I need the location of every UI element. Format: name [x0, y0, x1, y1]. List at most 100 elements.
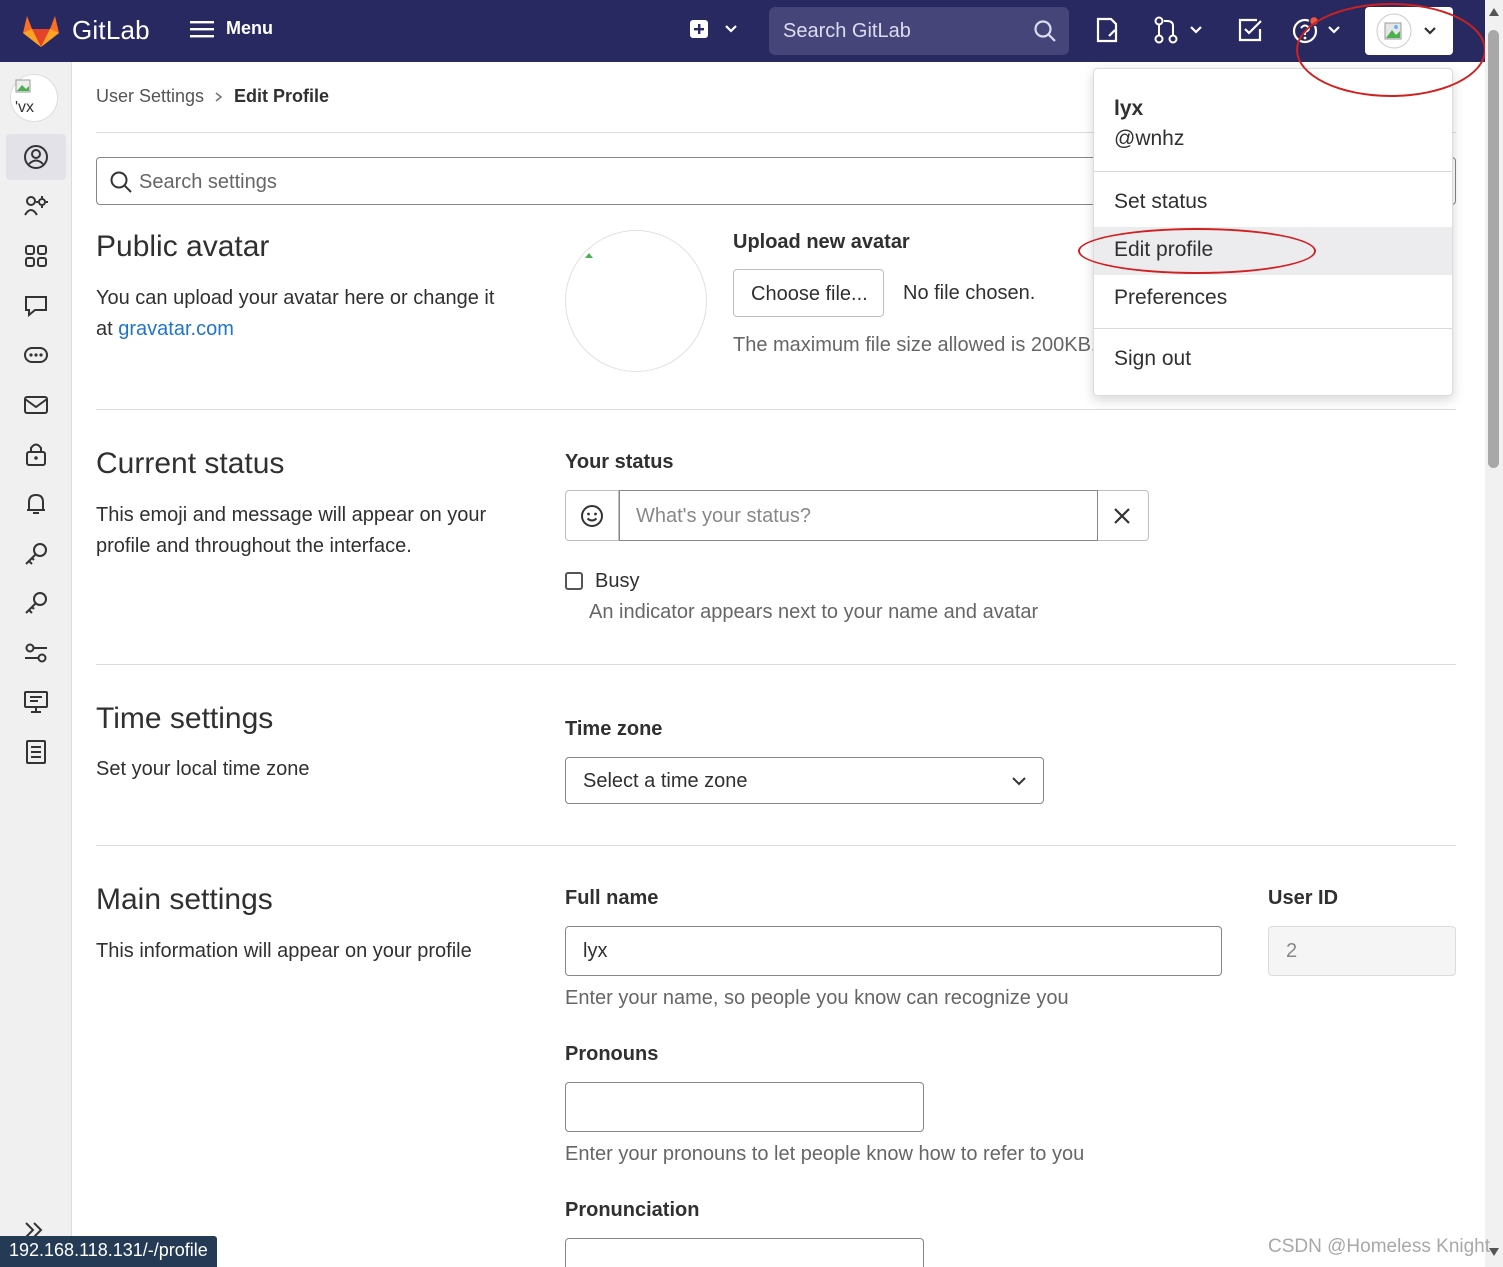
- page-scrollbar[interactable]: [1485, 0, 1503, 1267]
- watermark: CSDN @Homeless Knight: [1268, 1236, 1491, 1257]
- sidebar-item-gpg-keys[interactable]: [6, 580, 66, 626]
- brand-name: GitLab: [72, 14, 150, 45]
- notifications-icon: [27, 493, 45, 514]
- close-icon: [1114, 507, 1130, 524]
- broken-image-icon: [15, 79, 31, 93]
- full-name-input[interactable]: lyx: [565, 926, 1222, 976]
- main-settings-heading: Main settings: [96, 883, 273, 916]
- link-preview-url: 192.168.118.131/-/profile: [0, 1236, 217, 1267]
- full-name-value: lyx: [583, 940, 608, 962]
- avatar-preview: [565, 230, 707, 372]
- gravatar-link[interactable]: gravatar.com: [118, 318, 234, 340]
- annotation-circle: [1078, 228, 1316, 274]
- pronouns-input[interactable]: [565, 1082, 924, 1132]
- sidebar-item-access-tokens[interactable]: [6, 332, 66, 378]
- comment-icon: [25, 296, 47, 318]
- issues-icon: [1096, 17, 1118, 43]
- todo-checkbox-icon: [1238, 18, 1262, 42]
- user-settings-icon: [24, 196, 48, 216]
- full-name-label: Full name: [565, 887, 659, 909]
- busy-checkbox[interactable]: [565, 572, 583, 590]
- busy-label: Busy: [595, 570, 640, 592]
- search-placeholder: Search GitLab: [783, 20, 911, 42]
- public-avatar-desc-line2: at gravatar.com: [96, 314, 494, 345]
- key-icon: [25, 543, 47, 565]
- plus-square-icon: [690, 20, 708, 38]
- emoji-picker-button[interactable]: [566, 491, 619, 540]
- dropdown-user-name[interactable]: lyx: [1114, 97, 1143, 121]
- merge-request-icon: [1154, 16, 1202, 44]
- sidebar-item-authentication-log[interactable]: [6, 729, 66, 775]
- menu-item-sign-out[interactable]: Sign out: [1094, 336, 1452, 384]
- clear-status-button[interactable]: [1096, 491, 1148, 540]
- public-avatar-description: You can upload your avatar here or chang…: [96, 283, 494, 345]
- gitlab-logo-icon: [23, 16, 59, 47]
- sidebar-item-chat[interactable]: [6, 283, 66, 329]
- sidebar-item-password[interactable]: [6, 431, 66, 477]
- sidebar-item-account[interactable]: [6, 183, 66, 229]
- choose-file-label: Choose file...: [751, 283, 868, 305]
- sidebar-item-ssh-keys[interactable]: [6, 531, 66, 577]
- pronouns-help: Enter your pronouns to let people know h…: [565, 1143, 1085, 1165]
- scroll-thumb[interactable]: [1488, 30, 1499, 468]
- user-id-label: User ID: [1268, 887, 1339, 909]
- breadcrumb-user-settings[interactable]: User Settings: [96, 86, 204, 107]
- your-status-label: Your status: [565, 451, 674, 473]
- sign-out-label: Sign out: [1114, 347, 1192, 370]
- sidebar-user-avatar[interactable]: 'vx: [10, 74, 58, 122]
- issues-nav-button[interactable]: [1095, 16, 1119, 48]
- top-navbar: GitLab Menu Search GitLab: [0, 0, 1485, 62]
- sidebar-item-preferences[interactable]: [6, 630, 66, 676]
- smiley-icon: [581, 504, 603, 527]
- search-settings-placeholder: Search settings: [139, 171, 277, 193]
- choose-file-button[interactable]: Choose file...: [733, 269, 884, 317]
- user-circle-icon: [24, 145, 48, 169]
- divider: [96, 664, 1456, 665]
- create-new-button[interactable]: [688, 18, 738, 40]
- hamburger-icon: [190, 20, 214, 37]
- current-status-description: This emoji and message will appear on yo…: [96, 500, 486, 562]
- global-search-input[interactable]: Search GitLab: [769, 7, 1069, 55]
- public-avatar-desc-line1: You can upload your avatar here or chang…: [96, 287, 495, 309]
- gitlab-home-link[interactable]: GitLab: [22, 12, 150, 48]
- menu-button[interactable]: Menu: [190, 18, 273, 39]
- current-status-desc-line2: profile and throughout the interface.: [96, 535, 412, 557]
- set-status-label: Set status: [1114, 190, 1208, 213]
- sidebar-item-profile[interactable]: [6, 134, 66, 180]
- menu-item-set-status[interactable]: Set status: [1094, 179, 1452, 227]
- breadcrumb-edit-profile[interactable]: Edit Profile: [234, 86, 329, 107]
- pronunciation-input[interactable]: [565, 1238, 924, 1267]
- chevron-right-icon: [215, 91, 223, 102]
- chevron-down-icon: [1012, 777, 1026, 786]
- preferences-label: Preferences: [1114, 286, 1228, 309]
- merge-requests-nav-button[interactable]: [1153, 16, 1203, 48]
- time-zone-dropdown[interactable]: Select a time zone: [565, 757, 1044, 804]
- time-settings-heading: Time settings: [96, 702, 274, 735]
- token-icon: [24, 347, 48, 363]
- pronouns-label: Pronouns: [565, 1043, 659, 1065]
- current-status-heading: Current status: [96, 447, 285, 480]
- todos-nav-button[interactable]: [1237, 16, 1263, 48]
- monitor-icon: [24, 691, 48, 713]
- scroll-up-arrow[interactable]: [1489, 8, 1499, 16]
- time-zone-value: Select a time zone: [583, 770, 748, 792]
- menu-label: Menu: [226, 18, 273, 38]
- divider: [96, 845, 1456, 846]
- annotation-circle: [1296, 3, 1486, 97]
- log-icon: [26, 740, 46, 764]
- menu-item-preferences[interactable]: Preferences: [1094, 275, 1452, 323]
- time-settings-description: Set your local time zone: [96, 758, 310, 780]
- lock-icon: [26, 443, 46, 466]
- dropdown-user-handle[interactable]: @wnhz: [1114, 127, 1184, 151]
- current-status-desc-line1: This emoji and message will appear on yo…: [96, 504, 487, 526]
- busy-help-text: An indicator appears next to your name a…: [589, 601, 1039, 623]
- sidebar-item-notifications[interactable]: [6, 481, 66, 527]
- upload-avatar-label: Upload new avatar: [733, 231, 910, 253]
- status-message-input[interactable]: What's your status?: [619, 490, 1098, 541]
- sidebar-item-active-sessions[interactable]: [6, 679, 66, 725]
- sidebar-item-applications[interactable]: [6, 233, 66, 279]
- breadcrumb: User Settings Edit Profile: [96, 86, 329, 107]
- sidebar-item-emails[interactable]: [6, 382, 66, 428]
- time-zone-label: Time zone: [565, 718, 663, 740]
- scroll-down-arrow[interactable]: [1489, 1248, 1499, 1256]
